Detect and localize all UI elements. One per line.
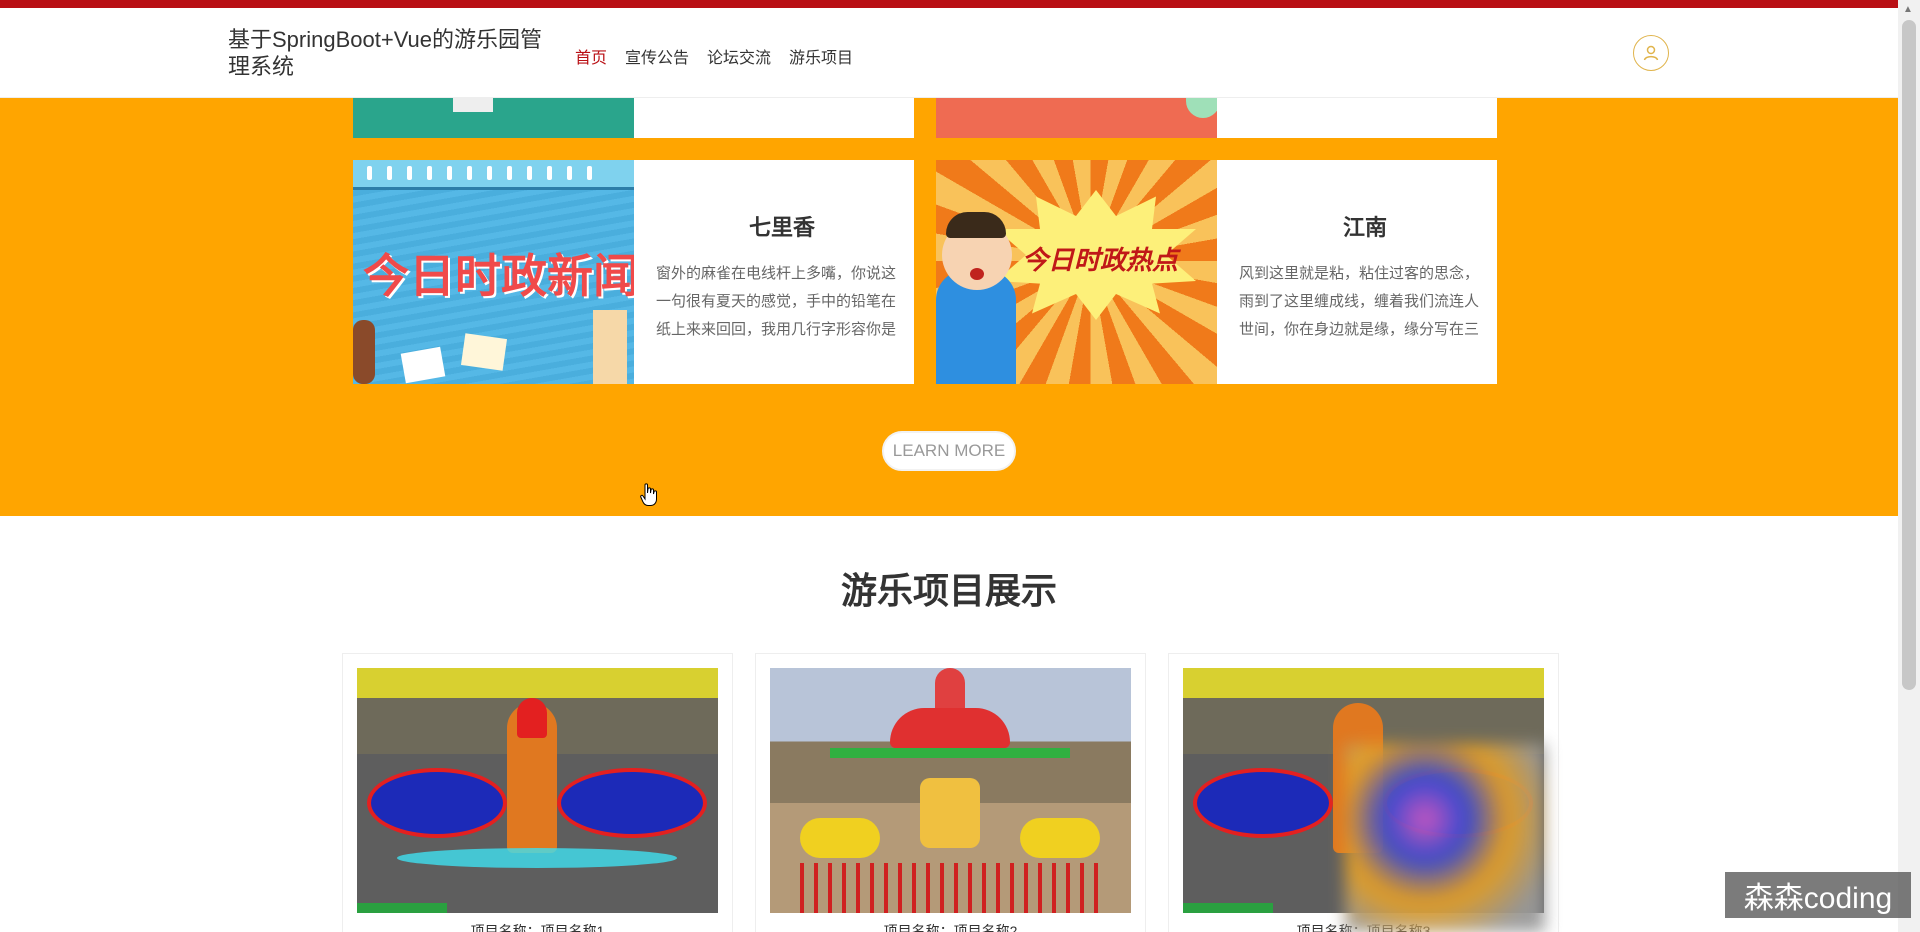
user-icon	[1643, 45, 1659, 61]
project-name[interactable]: 项目名称：项目名称2	[770, 921, 1131, 932]
news-image	[353, 98, 634, 138]
news-excerpt: 窗外的麻雀在电线杆上多嘴，你说这一句很有夏天的感觉，手中的铅笔在纸上来来回回，我…	[656, 265, 897, 338]
projects-section-title: 游乐项目展示	[840, 570, 1057, 611]
project-card[interactable]: 项目名称：项目名称2	[755, 653, 1146, 932]
news-image-caption: 今日时政新闻	[363, 250, 634, 302]
news-image-caption: 今日时政热点	[1022, 245, 1179, 275]
news-excerpt: 风到这里就是粘，粘住过客的思念，雨到了这里缠成线，缠着我们流连人世间，你在身边就…	[1239, 265, 1480, 338]
nav-announcements[interactable]: 宣传公告	[625, 44, 689, 68]
news-image: 今日时政新闻	[353, 160, 634, 384]
nav-home[interactable]: 首页	[575, 44, 607, 68]
main-nav: 首页 宣传公告 论坛交流 游乐项目	[575, 44, 853, 68]
scroll-thumb[interactable]	[1902, 20, 1916, 690]
app-root: 基于SpringBoot+Vue的游乐园管理系统 首页 宣传公告 论坛交流 游乐…	[0, 0, 1920, 932]
project-image	[357, 668, 718, 913]
watermark: 森森coding	[1725, 872, 1911, 918]
user-button[interactable]	[1633, 35, 1669, 71]
news-title[interactable]: 七里香	[656, 210, 908, 242]
news-card-partial[interactable]	[353, 98, 914, 138]
news-image	[936, 98, 1217, 138]
nav-projects[interactable]: 游乐项目	[789, 44, 853, 68]
project-card[interactable]: 项目名称：项目名称1	[342, 653, 733, 932]
top-accent-line	[0, 0, 1898, 8]
news-title[interactable]: 江南	[1239, 210, 1491, 242]
hand-cursor-icon	[640, 483, 657, 506]
page-scrollbar[interactable]: ▲	[1898, 0, 1920, 932]
news-card-partial[interactable]	[936, 98, 1497, 138]
blurred-region	[1345, 744, 1545, 932]
project-name[interactable]: 项目名称：项目名称1	[357, 921, 718, 932]
header: 基于SpringBoot+Vue的游乐园管理系统 首页 宣传公告 论坛交流 游乐…	[0, 8, 1898, 98]
news-card[interactable]: 今日时政新闻 七里香 窗外的麻雀在电线杆上多嘴，你说这一句很有夏天的感觉，手中的…	[353, 160, 914, 384]
news-body: 江南 风到这里就是粘，粘住过客的思念，雨到了这里缠成线，缠着我们流连人世间，你在…	[1217, 160, 1497, 384]
news-body: 七里香 窗外的麻雀在电线杆上多嘴，你说这一句很有夏天的感觉，手中的铅笔在纸上来来…	[634, 160, 914, 384]
scroll-up-arrow-icon[interactable]: ▲	[1903, 4, 1913, 15]
project-image	[770, 668, 1131, 913]
news-image: 今日时政热点	[936, 160, 1217, 384]
learn-more-button[interactable]: LEARN MORE	[882, 431, 1016, 471]
site-brand[interactable]: 基于SpringBoot+Vue的游乐园管理系统	[228, 26, 558, 80]
nav-forum[interactable]: 论坛交流	[707, 44, 771, 68]
news-card[interactable]: 今日时政热点 江南 风到这里就是粘，粘住过客的思念，雨到了这里缠成线，缠着我们流…	[936, 160, 1497, 384]
